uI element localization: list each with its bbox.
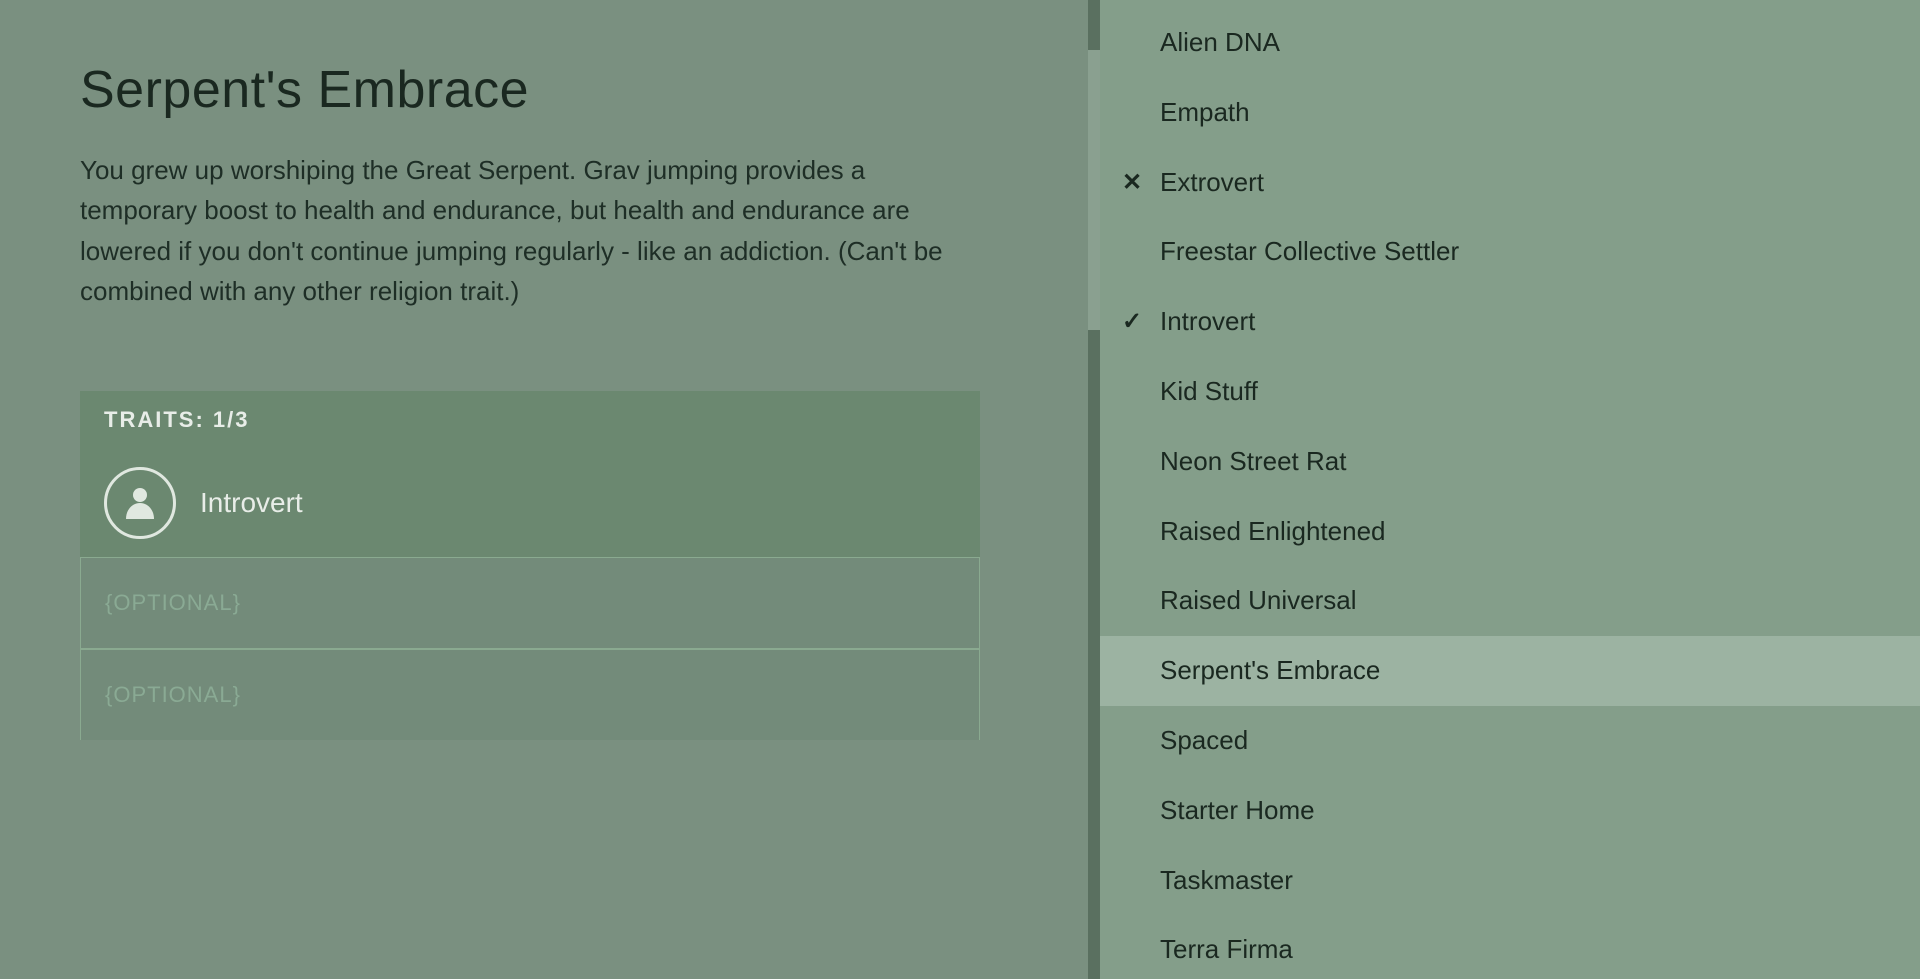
trait-list-item-serpents-embrace[interactable]: Serpent's Embrace [1100, 636, 1920, 706]
trait-label-empath: Empath [1160, 96, 1250, 130]
trait-list-item-introvert[interactable]: ✓ Introvert [1100, 287, 1920, 357]
trait-description: You grew up worshiping the Great Serpent… [80, 150, 980, 311]
trait-slot-2[interactable]: {OPTIONAL} [80, 557, 980, 649]
trait-list-item-neon-street-rat[interactable]: Neon Street Rat [1100, 427, 1920, 497]
trait-list-item-raised-universal[interactable]: Raised Universal [1100, 566, 1920, 636]
trait-label-raised-universal: Raised Universal [1160, 584, 1357, 618]
trait-label-neon-street-rat: Neon Street Rat [1160, 445, 1346, 479]
person-icon [120, 483, 160, 523]
trait-list-item-empath[interactable]: Empath [1100, 78, 1920, 148]
trait-icon [104, 467, 176, 539]
trait-label-extrovert: Extrovert [1160, 166, 1264, 200]
trait-list: Alien DNA Empath ✕ Extrovert Freestar Collec… [1100, 0, 1920, 979]
trait-label-serpents-embrace: Serpent's Embrace [1160, 654, 1380, 688]
trait-2-optional-label: {OPTIONAL} [105, 590, 241, 615]
trait-marker-extrovert: ✕ [1122, 167, 1142, 198]
main-panel: Serpent's Embrace You grew up worshiping… [0, 0, 1088, 979]
trait-list-item-starter-home[interactable]: Starter Home [1100, 776, 1920, 846]
trait-list-item-taskmaster[interactable]: Taskmaster [1100, 846, 1920, 916]
page-title: Serpent's Embrace [80, 60, 1008, 120]
trait-label-terra-firma: Terra Firma [1160, 933, 1293, 967]
trait-list-item-terra-firma[interactable]: Terra Firma [1100, 915, 1920, 979]
trait-list-item-freestar[interactable]: Freestar Collective Settler [1100, 217, 1920, 287]
scrollbar[interactable] [1088, 0, 1100, 979]
trait-3-optional-label: {OPTIONAL} [105, 682, 241, 707]
scrollbar-thumb[interactable] [1088, 50, 1100, 330]
trait-list-item-kid-stuff[interactable]: Kid Stuff [1100, 357, 1920, 427]
traits-section: TRAITS: 1/3 Introvert {OPTIONAL} {OPTION… [80, 391, 980, 740]
trait-list-item-extrovert[interactable]: ✕ Extrovert [1100, 148, 1920, 218]
trait-list-item-spaced[interactable]: Spaced [1100, 706, 1920, 776]
trait-label-spaced: Spaced [1160, 724, 1248, 758]
trait-label-introvert: Introvert [1160, 305, 1255, 339]
traits-header: TRAITS: 1/3 [80, 391, 980, 449]
trait-label-starter-home: Starter Home [1160, 794, 1315, 828]
trait-list-item-alien-dna[interactable]: Alien DNA [1100, 8, 1920, 78]
trait-label-raised-enlightened: Raised Enlightened [1160, 515, 1386, 549]
trait-label-alien-dna: Alien DNA [1160, 26, 1280, 60]
trait-1-name: Introvert [200, 487, 303, 519]
trait-slot-1[interactable]: Introvert [80, 449, 980, 557]
trait-label-kid-stuff: Kid Stuff [1160, 375, 1258, 409]
trait-label-taskmaster: Taskmaster [1160, 864, 1293, 898]
trait-label-freestar: Freestar Collective Settler [1160, 235, 1459, 269]
trait-list-item-raised-enlightened[interactable]: Raised Enlightened [1100, 497, 1920, 567]
trait-marker-introvert: ✓ [1122, 306, 1142, 337]
trait-slot-3[interactable]: {OPTIONAL} [80, 649, 980, 740]
